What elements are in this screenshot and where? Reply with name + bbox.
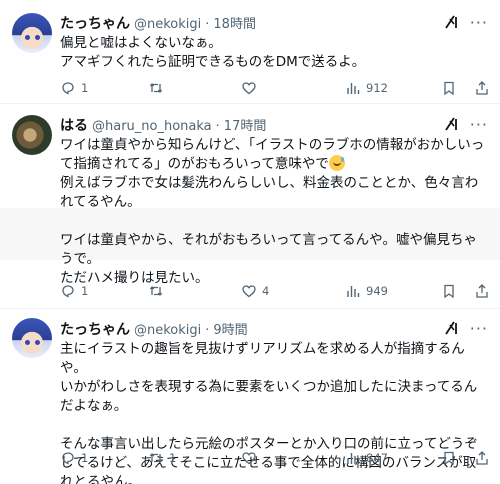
tweet-text: ワイは童貞やから知らんけど、「イラストのラブホの情報がおかしいって指摘されてる」… — [60, 136, 488, 288]
tweet-text: 偏見と嘘はよくないなぁ。 アマギフくれたら証明できるものをDMで送るよ。 — [60, 35, 366, 70]
retweet-icon — [149, 452, 163, 464]
views-button[interactable]: 847 — [345, 450, 388, 466]
like-count: 4 — [262, 284, 270, 298]
retweet-count: 1 — [169, 451, 177, 465]
user-handle[interactable]: @nekokigi — [134, 17, 201, 32]
separator: · — [215, 119, 220, 134]
retweet-button[interactable] — [148, 80, 169, 96]
more-icon[interactable]: ··· — [470, 117, 488, 133]
sweat-smile-emoji — [328, 155, 345, 171]
display-name[interactable]: はる — [60, 115, 88, 135]
retweet-button[interactable]: 1 — [148, 450, 176, 466]
retweet-icon — [149, 285, 163, 297]
bookmark-icon — [444, 284, 454, 299]
reply-icon — [62, 452, 74, 465]
views-button[interactable]: 949 — [345, 283, 388, 299]
reply-button[interactable]: 1 — [60, 80, 88, 96]
bookmark-button[interactable] — [441, 80, 457, 96]
reply-count: 1 — [81, 81, 89, 95]
views-button[interactable]: 912 — [345, 80, 388, 96]
views-icon — [347, 453, 360, 464]
avatar[interactable] — [12, 318, 52, 358]
bookmark-icon — [444, 451, 454, 466]
reply-count: 1 — [81, 451, 89, 465]
tweet[interactable]: たっちゃん @nekokigi · 18時間 ··· 偏見と嘘はよくないなぁ。 … — [0, 0, 500, 103]
grok-icon[interactable] — [444, 320, 460, 336]
more-icon[interactable]: ··· — [470, 321, 488, 337]
like-button[interactable]: 4 — [241, 283, 269, 299]
retweet-icon — [149, 82, 163, 94]
user-handle[interactable]: @nekokigi — [134, 323, 201, 338]
bookmark-button[interactable] — [441, 450, 457, 466]
avatar[interactable] — [12, 115, 52, 155]
tweet-actions: 1 4 949 — [60, 283, 488, 301]
share-button[interactable] — [474, 283, 490, 299]
retweet-button[interactable] — [148, 283, 169, 299]
timestamp[interactable]: 17時間 — [224, 115, 267, 134]
like-icon — [242, 452, 256, 465]
reply-icon — [62, 285, 74, 298]
tweet-header: たっちゃん @nekokigi · 18時間 — [60, 13, 256, 33]
display-name[interactable]: たっちゃん — [60, 13, 130, 33]
share-icon — [476, 284, 488, 298]
reply-icon — [62, 82, 74, 95]
avatar[interactable] — [12, 13, 52, 53]
view-count: 912 — [366, 81, 388, 95]
timestamp[interactable]: 18時間 — [213, 13, 256, 32]
bookmark-icon — [444, 81, 454, 96]
reply-button[interactable]: 1 — [60, 283, 88, 299]
share-icon — [476, 451, 488, 465]
like-icon — [242, 285, 256, 298]
user-handle[interactable]: @haru_no_honaka — [92, 119, 212, 134]
views-icon — [347, 286, 360, 297]
view-count: 949 — [366, 284, 388, 298]
share-button[interactable] — [474, 80, 490, 96]
tweet[interactable]: たっちゃん @nekokigi · 9時間 ··· 主にイラストの趣旨を見抜けず… — [0, 308, 500, 484]
grok-icon[interactable] — [444, 116, 460, 132]
tweet-actions: 1 1 847 — [60, 450, 488, 468]
tweet[interactable]: はる @haru_no_honaka · 17時間 ··· ワイは童貞やから知ら… — [0, 103, 500, 308]
display-name[interactable]: たっちゃん — [60, 319, 130, 339]
tweet-header: たっちゃん @nekokigi · 9時間 — [60, 319, 248, 339]
like-icon — [242, 82, 256, 95]
tweet-header: はる @haru_no_honaka · 17時間 — [60, 115, 266, 135]
reply-count: 1 — [81, 284, 89, 298]
bookmark-button[interactable] — [441, 283, 457, 299]
share-button[interactable] — [474, 450, 490, 466]
more-icon[interactable]: ··· — [470, 15, 488, 31]
share-icon — [476, 81, 488, 95]
timestamp[interactable]: 9時間 — [213, 319, 247, 338]
views-icon — [347, 83, 360, 94]
tweet-actions: 1 912 — [60, 80, 488, 98]
tweet-text-part: 例えばラブホで女は髪洗わんらしいし、料金表のこととか、色々言われてるやん。 ワイ… — [60, 175, 479, 286]
separator: · — [205, 17, 210, 32]
grok-icon[interactable] — [444, 14, 460, 30]
separator: · — [205, 323, 210, 338]
like-button[interactable] — [241, 450, 262, 466]
like-button[interactable] — [241, 80, 262, 96]
reply-button[interactable]: 1 — [60, 450, 88, 466]
view-count: 847 — [366, 451, 388, 465]
tweet-text-part: ワイは童貞やから知らんけど、「イラストのラブホの情報がおかしいって指摘されてる」… — [60, 137, 485, 172]
